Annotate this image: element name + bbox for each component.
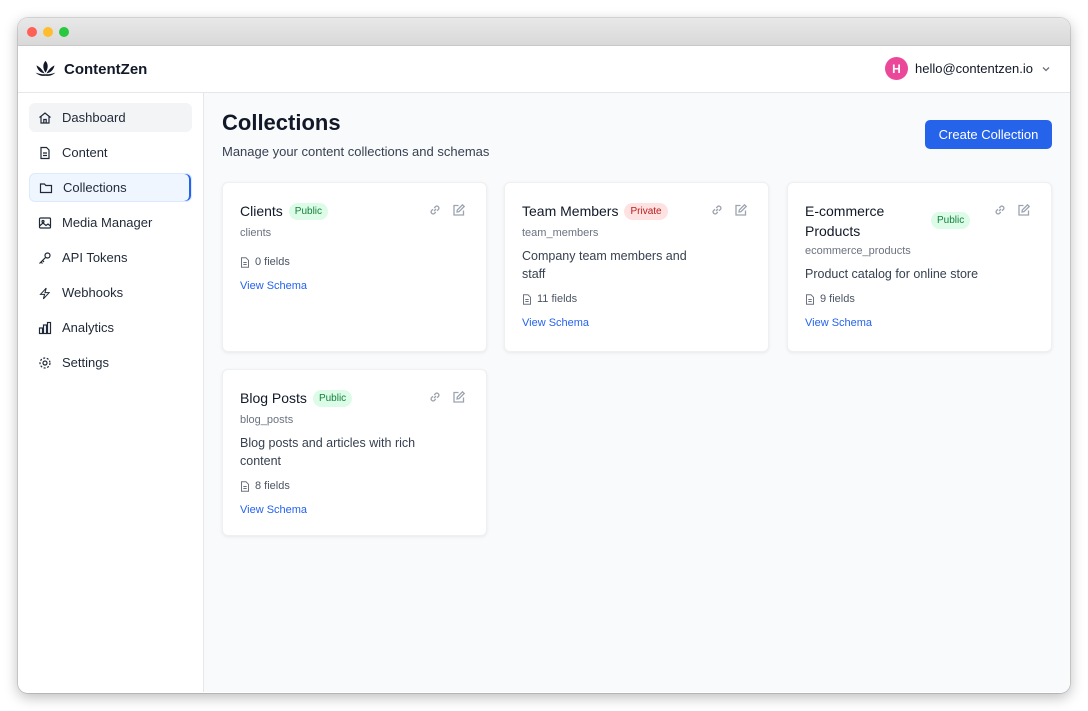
sidebar-item-label: Media Manager: [62, 215, 153, 230]
sidebar-item-label: Collections: [63, 180, 127, 195]
sidebar-item-label: Analytics: [62, 320, 115, 335]
sidebar-item-label: Content: [62, 145, 108, 160]
brand[interactable]: ContentZen: [34, 60, 147, 78]
field-count-label: 0 fields: [255, 256, 290, 268]
sidebar-item-settings[interactable]: Settings: [29, 348, 192, 377]
visibility-badge: Public: [931, 212, 971, 229]
document-icon: [240, 256, 250, 268]
collection-slug: clients: [240, 227, 272, 239]
brand-name: ContentZen: [64, 60, 148, 78]
create-collection-button[interactable]: Create Collection: [925, 120, 1052, 149]
collection-description: Company team members and staff: [522, 249, 687, 281]
collection-name: Clients: [240, 203, 283, 219]
collection-slug: team_members: [522, 227, 599, 239]
app-window: ContentZen H hello@contentzen.io Dashboa…: [18, 18, 1070, 693]
page-title: Collections: [222, 110, 341, 135]
field-count: 9 fields: [805, 293, 1034, 305]
visibility-badge: Private: [624, 203, 668, 220]
image-icon: [38, 216, 52, 230]
collection-card: Team Members Private team_members Compan…: [504, 182, 769, 352]
collection-name: E-commerce Products: [805, 203, 885, 239]
edit-icon[interactable]: [1017, 203, 1031, 217]
collection-slug: ecommerce_products: [805, 245, 911, 257]
document-icon: [522, 293, 532, 305]
field-count-label: 8 fields: [255, 480, 290, 492]
lotus-logo-icon: [34, 60, 57, 78]
key-icon: [38, 251, 52, 265]
sidebar-item-label: API Tokens: [62, 250, 128, 265]
gear-icon: [38, 356, 52, 370]
sidebar-item-label: Settings: [62, 355, 109, 370]
folder-icon: [39, 181, 53, 195]
account-email: hello@contentzen.io: [915, 61, 1033, 76]
avatar: H: [885, 57, 908, 80]
sidebar-item-collections[interactable]: Collections: [29, 173, 192, 202]
link-icon[interactable]: [710, 203, 724, 217]
minimize-window-button[interactable]: [43, 27, 53, 37]
document-icon: [805, 293, 815, 305]
sidebar-item-analytics[interactable]: Analytics: [29, 313, 192, 342]
sidebar-item-webhooks[interactable]: Webhooks: [29, 278, 192, 307]
sidebar-item-dashboard[interactable]: Dashboard: [29, 103, 192, 132]
sidebar-item-label: Webhooks: [62, 285, 124, 300]
chevron-down-icon: [1040, 63, 1052, 75]
collection-name: Blog Posts: [240, 390, 307, 406]
view-schema-link[interactable]: View Schema: [240, 504, 307, 516]
bar-chart-icon: [38, 321, 52, 335]
sidebar-item-content[interactable]: Content: [29, 138, 192, 167]
field-count: 0 fields: [240, 256, 469, 268]
collection-card: Blog Posts Public blog_posts Blog posts …: [222, 369, 487, 536]
page-subtitle: Manage your content collections and sche…: [222, 144, 490, 159]
edit-icon[interactable]: [452, 390, 466, 404]
edit-icon[interactable]: [734, 203, 748, 217]
field-count-label: 9 fields: [820, 293, 855, 305]
home-icon: [38, 111, 52, 125]
link-icon[interactable]: [428, 203, 442, 217]
document-icon: [38, 146, 52, 160]
edit-icon[interactable]: [452, 203, 466, 217]
collection-card: E-commerce Products Public ecommerce_pro…: [787, 182, 1052, 352]
link-icon[interactable]: [993, 203, 1007, 217]
collection-name: Team Members: [522, 203, 619, 219]
window-titlebar: [18, 18, 1070, 46]
lightning-icon: [38, 286, 52, 300]
sidebar-item-media-manager[interactable]: Media Manager: [29, 208, 192, 237]
document-icon: [240, 480, 250, 492]
collection-description: Product catalog for online store: [805, 267, 979, 281]
sidebar: Dashboard Content Collections Media Mana…: [18, 93, 204, 692]
close-window-button[interactable]: [27, 27, 37, 37]
main-content: Collections Manage your content collecti…: [204, 93, 1070, 692]
maximize-window-button[interactable]: [59, 27, 69, 37]
field-count: 8 fields: [240, 480, 469, 492]
visibility-badge: Public: [312, 390, 353, 407]
sidebar-item-api-tokens[interactable]: API Tokens: [29, 243, 192, 272]
view-schema-link[interactable]: View Schema: [240, 280, 307, 292]
view-schema-link[interactable]: View Schema: [522, 317, 589, 329]
sidebar-item-label: Dashboard: [62, 110, 126, 125]
collection-description: Blog posts and articles with rich conten…: [240, 436, 416, 468]
link-icon[interactable]: [428, 390, 442, 404]
top-bar: ContentZen H hello@contentzen.io: [18, 46, 1070, 93]
visibility-badge: Public: [288, 203, 329, 220]
field-count: 11 fields: [522, 293, 751, 305]
field-count-label: 11 fields: [537, 293, 578, 305]
account-menu[interactable]: H hello@contentzen.io: [885, 57, 1052, 80]
collection-card: Clients Public clients 0 fields View Sch…: [222, 182, 487, 352]
collection-slug: blog_posts: [240, 414, 294, 426]
view-schema-link[interactable]: View Schema: [805, 317, 872, 329]
